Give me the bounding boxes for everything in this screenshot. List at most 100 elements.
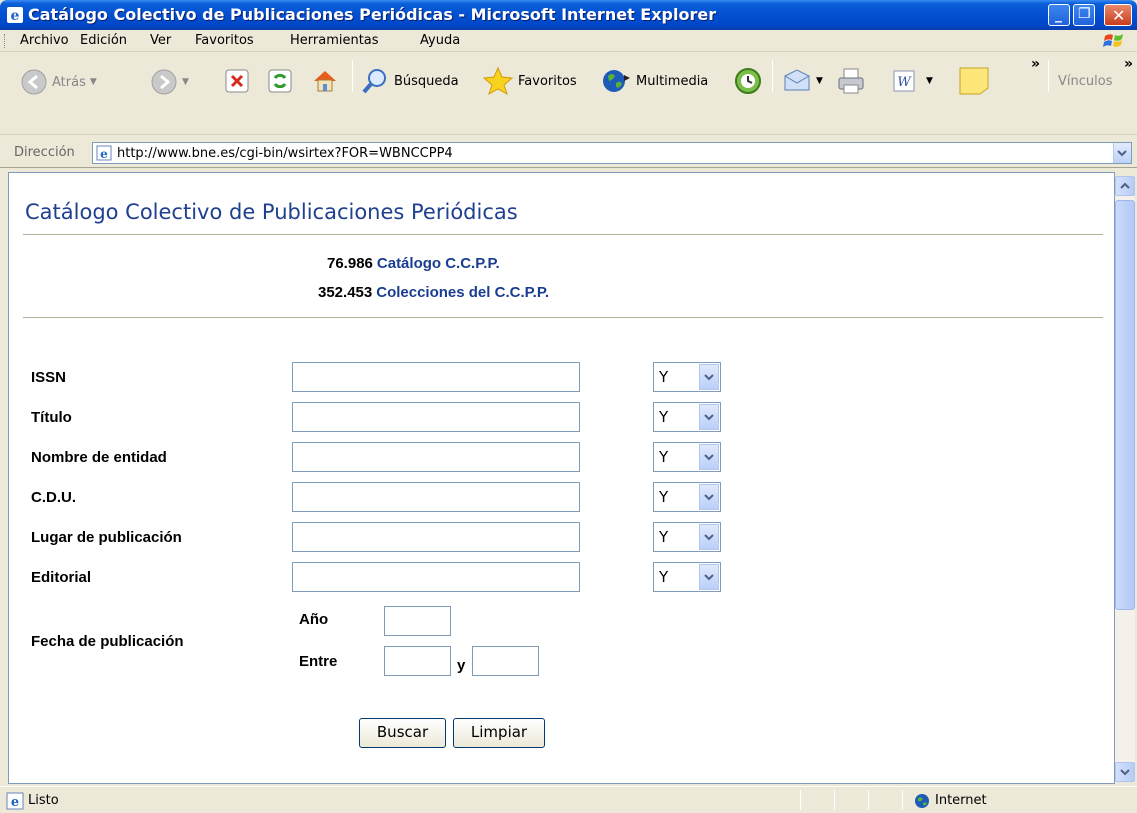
messenger-button[interactable]: [958, 66, 990, 96]
menu-ayuda[interactable]: Ayuda: [420, 33, 460, 48]
back-arrow-icon: [21, 69, 47, 95]
menu-herramientas[interactable]: Herramientas: [290, 33, 379, 48]
favorites-star-icon: [482, 66, 514, 96]
field-label-titulo: Título: [31, 409, 72, 426]
forward-button[interactable]: ▼: [150, 68, 189, 96]
cdu-operator-select[interactable]: Y: [653, 482, 721, 512]
svg-text:e: e: [100, 147, 108, 161]
stat-catalog-count: 76.986: [327, 255, 373, 272]
clear-button[interactable]: Limpiar: [453, 718, 545, 748]
page-status-icon: e: [6, 792, 24, 810]
svg-text:W: W: [897, 75, 912, 90]
field-label-lugar: Lugar de publicación: [31, 529, 182, 546]
search-button[interactable]: Búsqueda: [360, 66, 459, 96]
sticky-note-icon: [959, 67, 989, 95]
chevron-down-icon: [699, 564, 719, 590]
edit-dropdown-icon[interactable]: ▼: [926, 76, 933, 86]
scroll-down-button[interactable]: [1115, 762, 1135, 782]
address-dropdown-button[interactable]: [1113, 143, 1131, 163]
word-edit-icon: W: [893, 70, 915, 92]
edit-button[interactable]: W ▼: [892, 69, 933, 93]
favorites-button[interactable]: Favoritos: [482, 66, 577, 96]
refresh-button[interactable]: [267, 68, 293, 94]
status-bar: e Listo Internet: [0, 786, 1137, 813]
status-separator: [868, 790, 869, 810]
close-button[interactable]: ✕: [1104, 4, 1132, 26]
address-bar: Dirección e http://www.bne.es/cgi-bin/ws…: [0, 138, 1137, 168]
search-submit-button[interactable]: Buscar: [359, 718, 446, 748]
toolbar-more-chevron[interactable]: »: [1031, 56, 1040, 72]
svg-text:e: e: [11, 8, 20, 24]
address-url: http://www.bne.es/cgi-bin/wsirtex?FOR=WB…: [117, 146, 453, 161]
page-content: Catálogo Colectivo de Publicaciones Peri…: [8, 172, 1115, 784]
links-button[interactable]: Vínculos: [1058, 74, 1112, 89]
title-bar: e Catálogo Colectivo de Publicaciones Pe…: [0, 0, 1137, 30]
issn-input[interactable]: [292, 362, 580, 392]
year-from-input[interactable]: [384, 646, 451, 676]
minimize-button[interactable]: _: [1048, 4, 1070, 26]
field-label-editorial: Editorial: [31, 569, 92, 586]
lugar-operator-select[interactable]: Y: [653, 522, 721, 552]
back-dropdown-icon[interactable]: ▼: [90, 77, 97, 87]
media-button[interactable]: Multimedia: [600, 66, 708, 96]
issn-operator-select[interactable]: Y: [653, 362, 721, 392]
search-icon: [362, 69, 386, 94]
links-more-chevron[interactable]: »: [1124, 56, 1133, 72]
status-separator: [902, 790, 903, 810]
and-label: y: [457, 657, 466, 674]
catalog-link[interactable]: Catálogo C.C.P.P.: [377, 255, 500, 272]
internet-globe-icon: [915, 794, 929, 808]
print-icon: [838, 68, 864, 94]
status-text: Listo: [28, 793, 59, 808]
back-button[interactable]: Atrás ▼: [20, 68, 97, 96]
titulo-operator-select[interactable]: Y: [653, 402, 721, 432]
mail-icon: [784, 69, 810, 91]
menu-archivo[interactable]: Archivo: [20, 33, 69, 48]
stop-icon: [225, 69, 249, 93]
scroll-thumb[interactable]: [1115, 200, 1135, 610]
menu-favoritos[interactable]: Favoritos: [195, 33, 254, 48]
year-label: Año: [299, 611, 329, 628]
entidad-input[interactable]: [292, 442, 580, 472]
history-button[interactable]: [733, 66, 763, 96]
field-label-cdu: C.D.U.: [31, 489, 76, 506]
chevron-down-icon: [699, 404, 719, 430]
window-title: Catálogo Colectivo de Publicaciones Peri…: [28, 5, 717, 24]
toolbar-separator: [1048, 60, 1049, 92]
mail-dropdown-icon[interactable]: ▼: [816, 76, 823, 86]
ie-icon: e: [7, 7, 23, 24]
cdu-input[interactable]: [292, 482, 580, 512]
divider: [23, 317, 1103, 318]
vertical-scrollbar[interactable]: [1115, 176, 1135, 782]
year-input[interactable]: [384, 606, 451, 636]
mail-button[interactable]: ▼: [782, 68, 823, 94]
windows-logo-icon: [1103, 34, 1123, 47]
stat-catalog: 76.986 Catálogo C.C.P.P.: [327, 255, 500, 272]
stop-button[interactable]: [224, 68, 250, 94]
scroll-up-button[interactable]: [1115, 176, 1135, 196]
restore-button[interactable]: ❐: [1073, 4, 1095, 26]
forward-arrow-icon: [151, 69, 177, 95]
year-to-input[interactable]: [472, 646, 539, 676]
home-button[interactable]: [310, 66, 340, 96]
media-globe-icon: [603, 70, 630, 92]
menu-ver[interactable]: Ver: [150, 33, 171, 48]
collections-link[interactable]: Colecciones del C.C.P.P.: [376, 284, 549, 301]
forward-dropdown-icon[interactable]: ▼: [182, 77, 189, 87]
menu-edicion[interactable]: Edición: [80, 33, 127, 48]
svg-text:e: e: [11, 795, 19, 810]
security-zone: Internet: [935, 793, 987, 808]
editorial-input[interactable]: [292, 562, 580, 592]
entidad-operator-select[interactable]: Y: [653, 442, 721, 472]
editorial-operator-select[interactable]: Y: [653, 562, 721, 592]
address-input[interactable]: e http://www.bne.es/cgi-bin/wsirtex?FOR=…: [92, 142, 1132, 164]
titulo-input[interactable]: [292, 402, 580, 432]
print-button[interactable]: [836, 67, 866, 95]
menu-bar: Archivo Edición Ver Favoritos Herramient…: [0, 30, 1137, 52]
divider: [23, 234, 1103, 235]
home-icon: [314, 71, 336, 92]
status-separator: [834, 790, 835, 810]
refresh-icon: [268, 69, 292, 93]
chevron-down-icon: [699, 444, 719, 470]
lugar-input[interactable]: [292, 522, 580, 552]
